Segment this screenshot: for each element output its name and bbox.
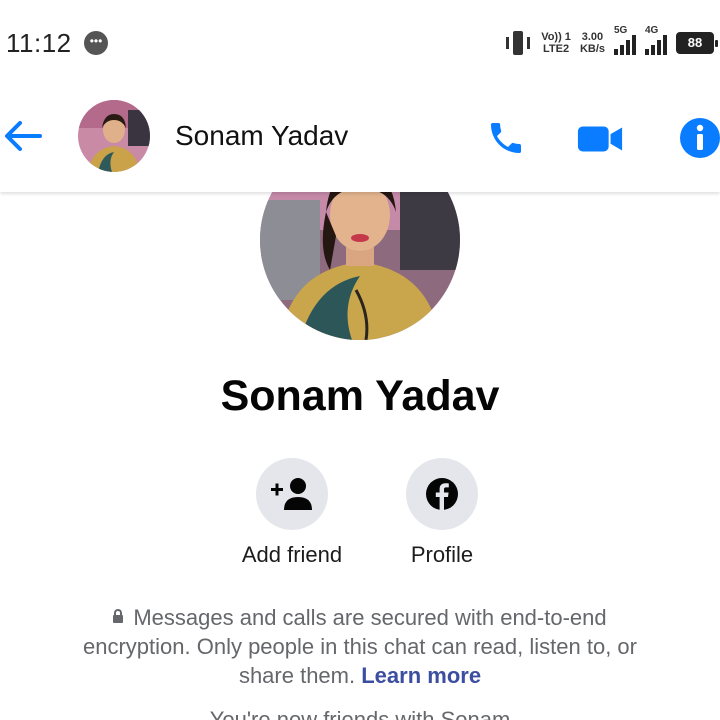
- status-time: 11:12: [6, 28, 72, 58]
- add-friend-label: Add friend: [241, 542, 343, 567]
- speed-unit: KB/s: [579, 43, 605, 55]
- profile-label: Profile: [410, 542, 474, 567]
- phone-icon: [491, 123, 521, 153]
- network-speed: 3.00 KB/s: [580, 31, 605, 55]
- volte-indicator: Vo)) 1 LTE2: [541, 31, 571, 55]
- battery-icon: 88: [676, 32, 718, 54]
- volte-bottom: LTE2: [543, 43, 570, 55]
- view-profile-button[interactable]: Profile: [382, 458, 502, 568]
- video-call-button[interactable]: [576, 116, 624, 160]
- chat-header: Sonam Yadav: [0, 88, 720, 192]
- status-indicators: Vo)) 1 LTE2 3.00 KB/s 5G 4G 88: [504, 25, 718, 60]
- learn-more-link[interactable]: Learn more: [361, 663, 481, 688]
- profile-circle[interactable]: [406, 458, 478, 530]
- avatar[interactable]: [78, 100, 150, 172]
- back-button[interactable]: [2, 114, 44, 158]
- header-contact-name[interactable]: Sonam Yadav: [175, 120, 348, 152]
- notification-dot-icon: •••: [84, 31, 108, 55]
- add-person-icon: [271, 478, 312, 510]
- profile-name: Sonam Yadav: [220, 372, 500, 420]
- encryption-notice: Messages and calls are secured with end-…: [60, 603, 660, 690]
- add-friend-button[interactable]: Add friend: [232, 458, 352, 568]
- system-message: You're now friends with Sonam: [209, 707, 511, 720]
- speed-value: 3.00: [581, 31, 604, 43]
- info-button[interactable]: [676, 116, 720, 160]
- info-icon: [680, 118, 720, 158]
- back-arrow-icon: [5, 121, 42, 151]
- signal-4g-label: 4G: [645, 25, 659, 36]
- signal-5g-label: 5G: [614, 25, 628, 36]
- volte-top: Vo)) 1: [541, 31, 571, 43]
- avatar-image: [78, 100, 150, 172]
- audio-call-button[interactable]: [482, 116, 530, 160]
- signal-4g-icon: 4G: [645, 25, 667, 55]
- add-friend-circle[interactable]: [256, 458, 328, 530]
- status-bar: 11:12 ••• Vo)) 1 LTE2 3.00 KB/s 5G 4G 88: [0, 0, 720, 88]
- facebook-icon: [426, 478, 458, 510]
- encryption-text: Messages and calls are secured with end-…: [83, 605, 637, 688]
- lock-icon: [113, 609, 124, 623]
- video-camera-icon: [577, 126, 623, 152]
- vibrate-icon: [504, 29, 532, 57]
- signal-5g-icon: 5G: [614, 25, 636, 55]
